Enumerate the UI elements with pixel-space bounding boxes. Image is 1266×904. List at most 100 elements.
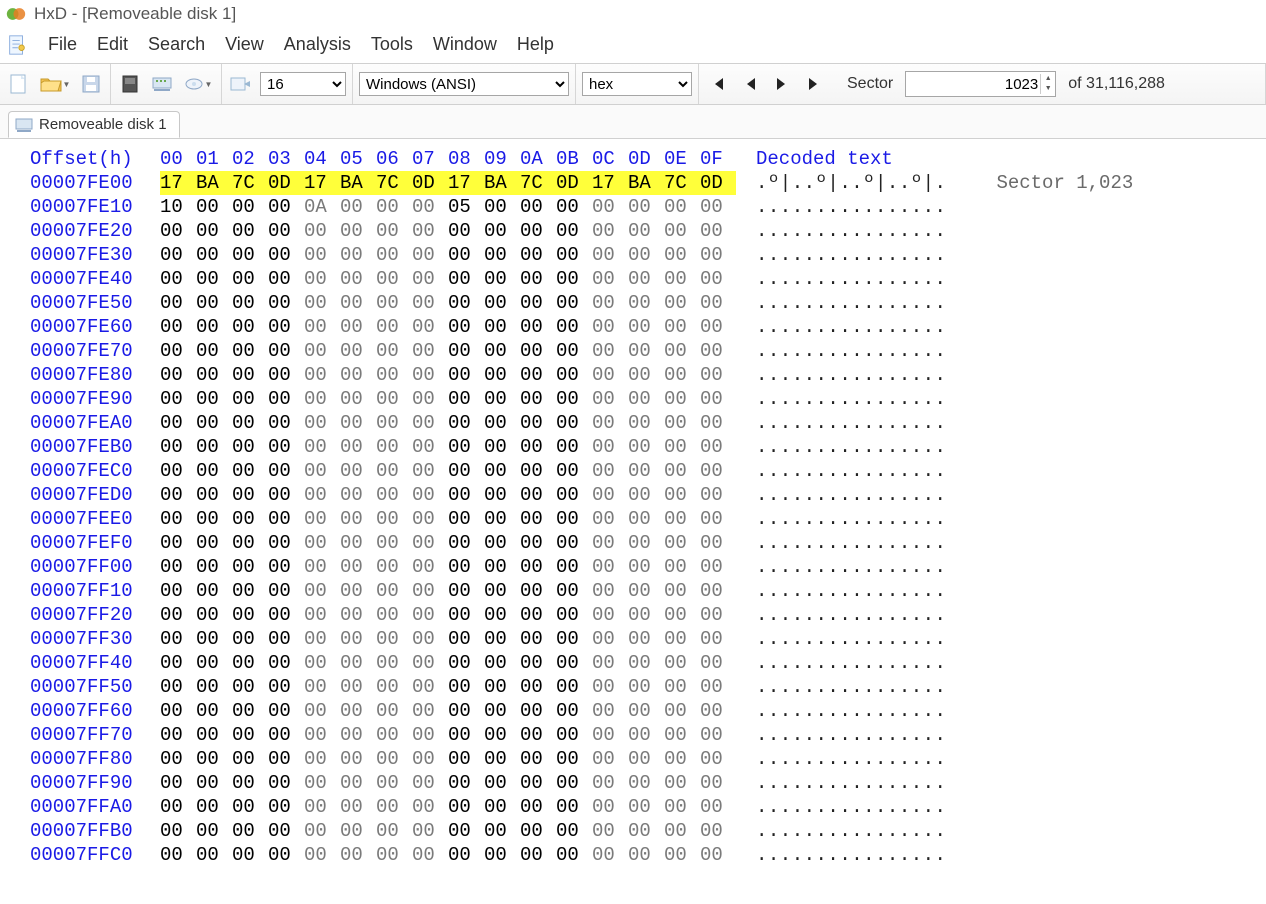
byte[interactable]: 00 <box>700 531 736 555</box>
byte[interactable]: 00 <box>268 363 304 387</box>
byte[interactable]: 00 <box>592 411 628 435</box>
byte[interactable]: 00 <box>196 747 232 771</box>
byte[interactable]: 00 <box>520 699 556 723</box>
byte[interactable]: 00 <box>268 459 304 483</box>
byte[interactable]: 00 <box>268 795 304 819</box>
byte[interactable]: 00 <box>412 579 448 603</box>
byte[interactable]: 00 <box>628 627 664 651</box>
byte[interactable]: 00 <box>628 243 664 267</box>
hex-row[interactable]: 00007FFA00000000000000000000000000000000… <box>30 795 1266 819</box>
byte[interactable]: 00 <box>664 747 700 771</box>
byte[interactable]: 00 <box>484 315 520 339</box>
byte[interactable]: 05 <box>448 195 484 219</box>
byte[interactable]: 00 <box>628 219 664 243</box>
byte[interactable]: BA <box>340 171 376 195</box>
byte[interactable]: 00 <box>664 435 700 459</box>
byte[interactable]: 00 <box>484 459 520 483</box>
byte[interactable]: 00 <box>520 651 556 675</box>
byte[interactable]: 00 <box>628 459 664 483</box>
menu-window[interactable]: Window <box>423 32 507 57</box>
decoded-text[interactable]: ................ <box>736 819 946 843</box>
byte[interactable]: 00 <box>484 747 520 771</box>
byte[interactable]: 00 <box>304 771 340 795</box>
hex-row[interactable]: 00007FE600000000000000000000000000000000… <box>30 315 1266 339</box>
byte[interactable]: 00 <box>412 435 448 459</box>
byte[interactable]: 00 <box>160 459 196 483</box>
byte[interactable]: 00 <box>664 843 700 867</box>
decoded-text[interactable]: ................ <box>736 195 946 219</box>
byte[interactable]: 00 <box>628 411 664 435</box>
byte[interactable]: 00 <box>340 459 376 483</box>
byte[interactable]: 00 <box>628 387 664 411</box>
hex-row[interactable]: 00007FED00000000000000000000000000000000… <box>30 483 1266 507</box>
byte[interactable]: 00 <box>520 315 556 339</box>
byte[interactable]: 00 <box>232 651 268 675</box>
byte[interactable]: 00 <box>340 315 376 339</box>
byte[interactable]: 00 <box>340 483 376 507</box>
byte[interactable]: 00 <box>484 627 520 651</box>
byte[interactable]: 00 <box>520 843 556 867</box>
byte[interactable]: 0D <box>412 171 448 195</box>
byte[interactable]: 00 <box>196 219 232 243</box>
byte[interactable]: 00 <box>520 579 556 603</box>
byte[interactable]: 00 <box>304 483 340 507</box>
byte[interactable]: 00 <box>700 315 736 339</box>
byte[interactable]: 00 <box>556 843 592 867</box>
byte[interactable]: 00 <box>664 699 700 723</box>
decoded-text[interactable]: ................ <box>736 267 946 291</box>
byte[interactable]: 00 <box>664 219 700 243</box>
byte[interactable]: 00 <box>628 747 664 771</box>
menu-file[interactable]: File <box>38 32 87 57</box>
byte[interactable]: 00 <box>340 195 376 219</box>
byte[interactable]: 00 <box>412 675 448 699</box>
byte[interactable]: 00 <box>412 363 448 387</box>
open-disk-image-button[interactable]: ▼ <box>181 71 215 97</box>
byte[interactable]: 00 <box>232 819 268 843</box>
byte[interactable]: 00 <box>232 627 268 651</box>
byte[interactable]: 00 <box>592 291 628 315</box>
hex-row[interactable]: 00007FE0017BA7C0D17BA7C0D17BA7C0D17BA7C0… <box>30 171 1266 195</box>
byte[interactable]: 00 <box>160 843 196 867</box>
byte[interactable]: 00 <box>520 747 556 771</box>
byte[interactable]: 00 <box>232 555 268 579</box>
sector-spin-down[interactable]: ▼ <box>1041 84 1055 94</box>
byte[interactable]: 00 <box>556 219 592 243</box>
byte[interactable]: 00 <box>268 627 304 651</box>
byte[interactable]: 00 <box>232 579 268 603</box>
decoded-text[interactable]: ................ <box>736 651 946 675</box>
byte[interactable]: 00 <box>628 363 664 387</box>
byte[interactable]: 00 <box>628 675 664 699</box>
byte[interactable]: 00 <box>232 795 268 819</box>
byte[interactable]: 00 <box>304 627 340 651</box>
byte[interactable]: 00 <box>484 771 520 795</box>
byte[interactable]: 00 <box>412 555 448 579</box>
byte[interactable]: 00 <box>268 699 304 723</box>
byte[interactable]: 00 <box>268 243 304 267</box>
byte[interactable]: 00 <box>556 483 592 507</box>
byte[interactable]: 00 <box>448 483 484 507</box>
byte[interactable]: 00 <box>232 339 268 363</box>
decoded-text[interactable]: ................ <box>736 723 946 747</box>
byte[interactable]: 00 <box>448 387 484 411</box>
byte[interactable]: 00 <box>700 819 736 843</box>
byte[interactable]: 00 <box>232 243 268 267</box>
byte[interactable]: 00 <box>340 771 376 795</box>
byte[interactable]: 00 <box>268 219 304 243</box>
byte[interactable]: 00 <box>340 291 376 315</box>
byte[interactable]: 00 <box>304 579 340 603</box>
byte[interactable]: 00 <box>232 507 268 531</box>
byte[interactable]: 00 <box>628 771 664 795</box>
byte[interactable]: 00 <box>412 195 448 219</box>
byte[interactable]: 00 <box>304 507 340 531</box>
byte[interactable]: 00 <box>664 795 700 819</box>
hex-row[interactable]: 00007FE300000000000000000000000000000000… <box>30 243 1266 267</box>
hex-row[interactable]: 00007FF000000000000000000000000000000000… <box>30 555 1266 579</box>
byte[interactable]: 00 <box>520 531 556 555</box>
byte[interactable]: 00 <box>484 531 520 555</box>
byte[interactable]: 00 <box>412 267 448 291</box>
byte[interactable]: 00 <box>448 435 484 459</box>
byte[interactable]: 00 <box>340 651 376 675</box>
byte[interactable]: 00 <box>196 411 232 435</box>
byte[interactable]: 00 <box>484 291 520 315</box>
byte[interactable]: 00 <box>196 363 232 387</box>
